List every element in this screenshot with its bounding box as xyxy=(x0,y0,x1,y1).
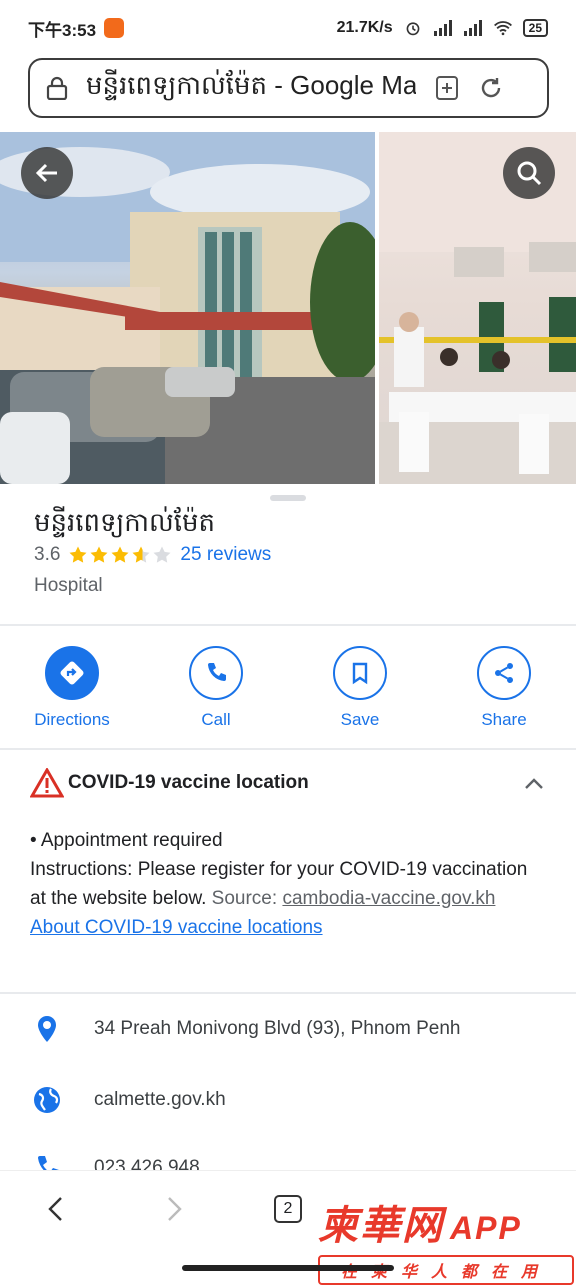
globe-icon xyxy=(34,1087,60,1113)
watermark-logo: 柬華网 APP 在柬华人都在用 xyxy=(318,1193,574,1285)
tabs-button[interactable]: 2 xyxy=(270,1191,306,1227)
save-button[interactable]: Save xyxy=(296,646,424,736)
website-text: calmette.gov.kh xyxy=(94,1089,226,1110)
website-row[interactable]: calmette.gov.kh xyxy=(0,1072,576,1128)
action-buttons: Directions Call Save Share xyxy=(0,646,576,736)
signal-icon xyxy=(433,20,452,36)
url-bar[interactable]: មន្ទីរពេទ្យកាល់ម៉ែត - Google Ma xyxy=(28,58,549,118)
share-label: Share xyxy=(481,710,527,729)
share-icon xyxy=(495,663,513,683)
place-category: Hospital xyxy=(34,575,103,596)
phone-row[interactable]: 023 426 948 xyxy=(0,1143,576,1170)
chevron-left-icon xyxy=(48,1197,62,1221)
directions-icon xyxy=(60,661,84,685)
reload-icon[interactable] xyxy=(478,75,504,101)
wifi-icon xyxy=(493,21,512,36)
alarm-icon xyxy=(406,22,420,36)
divider xyxy=(0,992,576,994)
divider xyxy=(0,748,576,750)
add-bookmark-icon[interactable] xyxy=(434,75,460,101)
phone-icon xyxy=(208,663,226,681)
status-bar: 下午3:53 21.7K/s 25 xyxy=(0,0,576,56)
sheet-drag-handle[interactable] xyxy=(270,495,306,501)
reviews-link[interactable]: 25 reviews xyxy=(180,544,271,566)
status-time: 下午3:53 xyxy=(28,20,97,40)
covid-header[interactable]: COVID-19 vaccine location xyxy=(30,768,309,798)
battery-indicator: 25 xyxy=(522,19,548,37)
star-icon xyxy=(132,546,150,563)
url-text[interactable]: មន្ទីរពេទ្យកាល់ម៉ែត - Google Ma xyxy=(86,69,416,107)
star-icon xyxy=(90,546,108,563)
tab-count: 2 xyxy=(274,1195,302,1223)
divider xyxy=(0,624,576,626)
place-name: មន្ទីរពេទ្យកាល់ម៉ែត xyxy=(34,507,216,537)
watermark-app: APP xyxy=(450,1210,522,1246)
back-button[interactable] xyxy=(21,147,73,199)
star-icon xyxy=(111,546,129,563)
save-label: Save xyxy=(340,710,380,729)
browser-nav-bar: 2 柬華网 APP 在柬华人都在用 xyxy=(0,1170,576,1285)
address-text: 34 Preah Monivong Blvd (93), Phnom Penh xyxy=(94,1018,461,1039)
rating-stars xyxy=(68,545,172,565)
address-row[interactable]: 34 Preah Monivong Blvd (93), Phnom Penh xyxy=(0,1001,576,1057)
call-circle xyxy=(189,646,243,700)
app-notification-icon xyxy=(104,18,125,38)
share-circle xyxy=(477,646,531,700)
directions-button[interactable]: Directions xyxy=(8,646,136,736)
chevron-right-icon xyxy=(168,1197,182,1221)
search-button[interactable] xyxy=(503,147,555,199)
photo-carousel[interactable] xyxy=(0,132,576,484)
call-button[interactable]: Call xyxy=(152,646,280,736)
phone-icon xyxy=(38,1156,59,1170)
about-covid-link[interactable]: About COVID-19 vaccine locations xyxy=(30,913,530,942)
bookmark-icon xyxy=(352,662,368,685)
star-icon xyxy=(69,546,87,563)
lock-icon xyxy=(46,76,68,100)
source-link[interactable]: cambodia-vaccine.gov.kh xyxy=(282,888,495,909)
watermark-title-row: 柬華网 APP xyxy=(318,1193,574,1251)
covid-title: COVID-19 vaccine location xyxy=(68,772,309,793)
back-nav-button[interactable] xyxy=(38,1191,74,1227)
forward-nav-button[interactable] xyxy=(156,1191,192,1227)
call-label: Call xyxy=(201,710,231,729)
phone-text: 023 426 948 xyxy=(94,1157,200,1170)
star-icon xyxy=(153,546,171,563)
covid-instructions-block: Instructions: Please register for your C… xyxy=(30,855,530,913)
directions-label: Directions xyxy=(34,710,110,729)
chevron-up-icon[interactable] xyxy=(522,772,546,796)
rating-row: 3.6 25 reviews xyxy=(34,544,271,566)
appointment-note: • Appointment required xyxy=(30,830,223,851)
save-circle xyxy=(333,646,387,700)
location-pin-icon xyxy=(38,1016,56,1042)
source-label: Source: xyxy=(211,888,278,909)
warning-icon xyxy=(30,768,64,798)
arrow-left-icon xyxy=(35,163,57,183)
signal-icon-2 xyxy=(463,20,482,36)
directions-circle xyxy=(45,646,99,700)
gesture-bar[interactable] xyxy=(182,1265,394,1271)
rating-value: 3.6 xyxy=(34,544,61,565)
share-button[interactable]: Share xyxy=(440,646,568,736)
watermark-title: 柬華网 xyxy=(318,1204,444,1248)
network-speed: 21.7K/s xyxy=(336,19,393,36)
search-icon xyxy=(517,161,542,186)
covid-body: • Appointment required Instructions: Ple… xyxy=(30,826,530,942)
